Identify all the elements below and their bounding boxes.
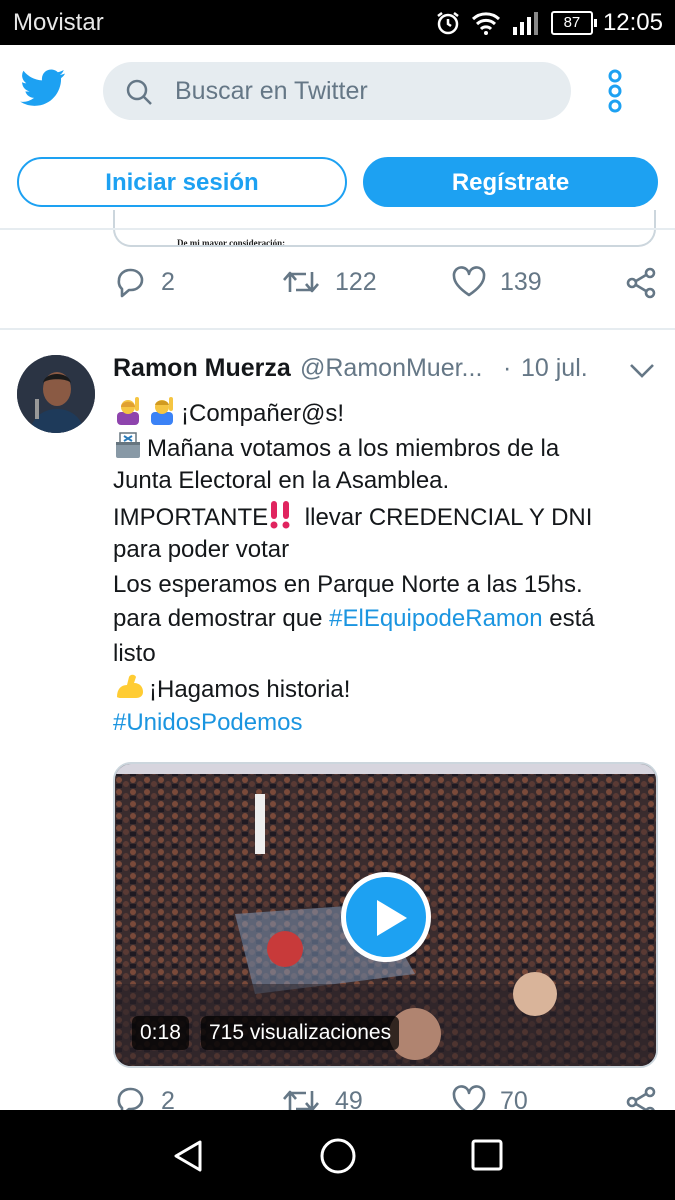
text-line-9: ¡Hagamos historia! <box>149 676 351 703</box>
raising-hand-man-icon <box>151 397 173 425</box>
more-options-icon[interactable] <box>603 69 627 113</box>
text-line-6: Los esperamos en Parque Norte a las 15hs… <box>113 570 583 598</box>
back-icon[interactable] <box>170 1138 206 1174</box>
double-exclamation-icon <box>270 500 290 528</box>
play-icon <box>377 900 407 936</box>
tweet-header: Ramon Muerza @RamonMuer... · 10 jul. <box>113 354 658 388</box>
text-line-8: listo <box>113 639 156 667</box>
wifi-icon <box>471 12 500 35</box>
like-icon <box>452 266 486 297</box>
signup-button[interactable]: Regístrate <box>363 157 658 207</box>
like-count: 139 <box>500 267 542 296</box>
raising-hand-woman-icon <box>117 397 139 425</box>
text-line-7c: está <box>542 605 595 632</box>
search-bar[interactable] <box>103 62 571 120</box>
text-line-2: Mañana votamos a los miembros de la <box>147 434 560 462</box>
avatar-photo-icon <box>17 355 95 433</box>
video-player[interactable]: 0:18 715 visualizaciones <box>113 762 658 1068</box>
hashtag-unidospodemos[interactable]: #UnidosPodemos <box>113 706 658 741</box>
flexed-biceps-icon <box>117 674 143 698</box>
video-duration: 0:18 <box>132 1016 189 1050</box>
home-icon[interactable] <box>319 1137 357 1175</box>
text-line-5: para poder votar <box>113 536 290 563</box>
header-divider <box>0 228 675 230</box>
recents-icon[interactable] <box>470 1138 504 1172</box>
retweet-button[interactable]: 122 <box>281 266 377 298</box>
text-line-4a: IMPORTANTE <box>113 503 269 531</box>
alarm-icon <box>437 12 459 35</box>
author-handle[interactable]: @RamonMuer... <box>300 354 482 383</box>
system-nav-bar <box>0 1110 675 1200</box>
previous-tweet-actions: 2 122 139 <box>113 266 658 306</box>
login-button[interactable]: Iniciar sesión <box>17 157 347 207</box>
reply-button[interactable]: 2 <box>113 266 175 298</box>
tweet-date[interactable]: 10 jul. <box>521 354 588 383</box>
carrier-name: Movistar <box>13 9 104 36</box>
twitter-logo-icon[interactable] <box>20 69 66 107</box>
tweet-text: ¡Compañer@s! Mañana votamos a los miembr… <box>113 395 658 740</box>
previous-card-text: De mi mayor consideración: <box>177 238 286 247</box>
text-line-1: ¡Compañer@s! <box>181 400 345 427</box>
reply-icon <box>117 268 144 298</box>
hashtag-link[interactable]: #ElEquipodeRamon <box>329 605 542 632</box>
search-input[interactable] <box>175 70 555 112</box>
video-views: 715 visualizaciones <box>201 1016 400 1050</box>
like-button[interactable]: 139 <box>452 266 542 298</box>
tweet-separator <box>0 328 675 330</box>
clock: 12:05 <box>602 9 663 36</box>
play-button[interactable] <box>341 872 431 962</box>
retweet-icon <box>283 271 319 293</box>
ballot-box-icon <box>116 431 140 458</box>
reply-count: 2 <box>161 267 175 296</box>
share-icon <box>626 267 656 299</box>
share-button[interactable] <box>624 266 658 300</box>
retweet-count: 122 <box>335 267 377 296</box>
text-line-7a: para demostrar que <box>113 605 330 632</box>
author-name[interactable]: Ramon Muerza <box>113 354 291 383</box>
status-bar: Movistar 87 12:05 <box>0 0 675 45</box>
chevron-down-icon[interactable] <box>628 362 656 380</box>
text-line-3: Junta Electoral en la Asamblea. <box>113 467 450 494</box>
signal-icon <box>512 12 538 35</box>
avatar[interactable] <box>17 355 95 433</box>
top-header <box>0 45 675 137</box>
search-icon <box>126 79 152 105</box>
header-separator: · <box>503 354 512 382</box>
battery-icon: 87 <box>550 11 597 35</box>
text-line-4b: llevar CREDENCIAL Y DNI <box>298 503 593 531</box>
